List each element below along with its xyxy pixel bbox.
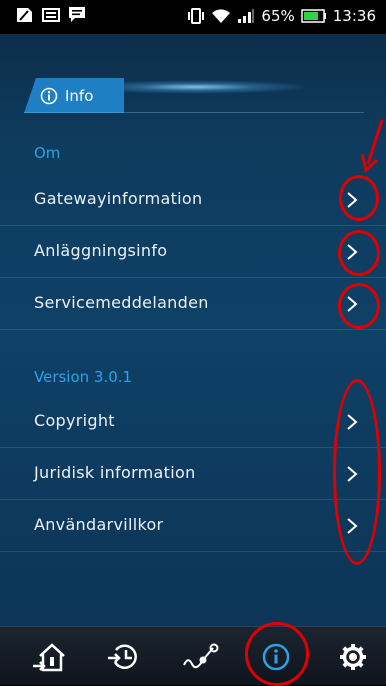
nav-home[interactable]: [30, 637, 70, 677]
section-header-om: Om: [34, 144, 61, 162]
status-left-icons: [14, 6, 86, 24]
bottom-nav: [0, 626, 386, 685]
nav-history[interactable]: [104, 637, 144, 677]
menu-item-gatewayinformation[interactable]: Gatewayinformation: [0, 174, 386, 226]
info-icon: [262, 643, 290, 671]
battery-icon: [301, 9, 326, 23]
menu-item-label: Copyright: [34, 411, 115, 430]
status-right: 65% 13:36: [187, 7, 376, 25]
chevron-right-icon: [347, 466, 358, 482]
menu-item-servicemeddelanden[interactable]: Servicemeddelanden: [0, 278, 386, 330]
status-bar: 65% 13:36: [0, 0, 386, 34]
menu-item-label: Anläggningsinfo: [34, 241, 168, 260]
settings-gear-icon: [340, 644, 366, 670]
signal-icon: [238, 9, 255, 23]
tab-underline: [24, 112, 364, 113]
annotation-arrow: [360, 119, 384, 173]
tab-label: Info: [65, 86, 94, 105]
menu-item-juridisk-information[interactable]: Juridisk information: [0, 448, 386, 500]
menu-item-anvandarvillkor[interactable]: Användarvillkor: [0, 500, 386, 552]
sim-card-icon: [17, 8, 32, 22]
tab-info[interactable]: Info: [24, 78, 124, 113]
chevron-right-icon: [347, 296, 358, 312]
menu-item-label: Servicemeddelanden: [34, 293, 209, 312]
menu-item-copyright[interactable]: Copyright: [0, 396, 386, 448]
nav-info-active[interactable]: [256, 637, 296, 677]
chevron-right-icon: [347, 518, 358, 534]
vibrate-icon: [188, 8, 205, 24]
chevron-right-icon: [347, 414, 358, 430]
chevron-right-icon: [347, 192, 358, 208]
chevron-right-icon: [347, 244, 358, 260]
section-header-version: Version 3.0.1: [34, 368, 133, 386]
menu-item-anlaggningsinfo[interactable]: Anläggningsinfo: [0, 226, 386, 278]
graph-icon: [183, 643, 219, 669]
menu-item-label: Användarvillkor: [34, 515, 164, 534]
wifi-icon: [212, 9, 231, 23]
info-screen: Info Om Gatewayinformation Anläggningsin…: [0, 34, 386, 626]
nav-graph[interactable]: [180, 637, 220, 677]
image-icon: [42, 8, 60, 22]
history-icon: [108, 644, 137, 669]
menu-item-label: Gatewayinformation: [34, 189, 203, 208]
nav-settings[interactable]: [333, 637, 373, 677]
menu-item-label: Juridisk information: [34, 463, 196, 482]
battery-percent: 65%: [261, 7, 295, 25]
clock: 13:36: [332, 7, 376, 25]
message-icon: [69, 7, 85, 22]
info-icon: [40, 87, 58, 104]
home-exit-icon: [33, 643, 65, 672]
